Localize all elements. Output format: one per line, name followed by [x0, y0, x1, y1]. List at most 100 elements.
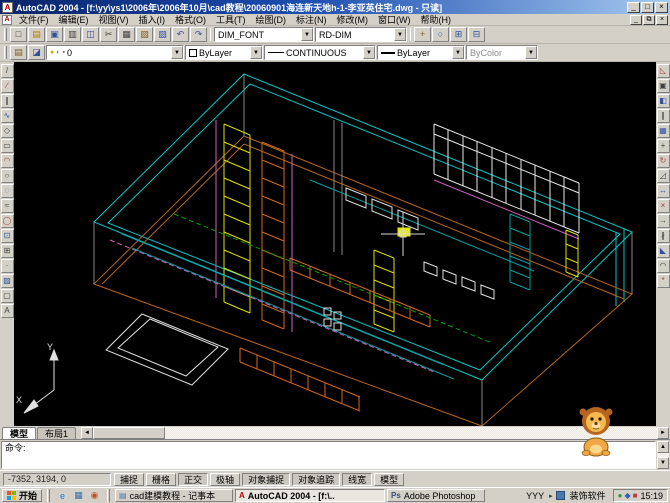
- layer-combo[interactable]: ● ◐ ▪ 0 ▼: [46, 45, 184, 60]
- start-button[interactable]: 开始: [2, 489, 42, 502]
- spline-icon[interactable]: ≈: [1, 199, 14, 213]
- polygon-icon[interactable]: ◇: [1, 124, 14, 138]
- break-icon[interactable]: ∦: [657, 229, 670, 243]
- menu-item[interactable]: 视图(V): [94, 13, 134, 26]
- task-photoshop[interactable]: PsAdobe Photoshop: [387, 489, 485, 502]
- erase-icon[interactable]: ◺: [657, 64, 670, 78]
- linetype-combo[interactable]: CONTINUOUS ▼: [264, 45, 376, 60]
- doc-close-button[interactable]: ×: [656, 15, 668, 25]
- command-scrollbar[interactable]: ▲ ▼: [657, 441, 669, 469]
- quicklaunch-desktop-icon[interactable]: ▦: [71, 489, 86, 502]
- tray-antivirus-icon[interactable]: ●: [618, 492, 623, 500]
- menu-item[interactable]: 编辑(E): [54, 13, 94, 26]
- toggle-grid[interactable]: 栅格: [146, 473, 176, 486]
- minimize-button[interactable]: _: [627, 2, 640, 13]
- toggle-snap[interactable]: 捕捉: [114, 473, 144, 486]
- undo-icon[interactable]: ↶: [172, 27, 189, 42]
- offset-icon[interactable]: ∥: [657, 109, 670, 123]
- copy-object-icon[interactable]: ▣: [657, 79, 670, 93]
- scale-icon[interactable]: ◿: [657, 169, 670, 183]
- color-combo[interactable]: ByLayer ▼: [185, 45, 263, 60]
- lineweight-combo[interactable]: ByLayer ▼: [377, 45, 465, 60]
- chamfer-icon[interactable]: ◣: [657, 244, 670, 258]
- line-icon[interactable]: /: [1, 64, 14, 78]
- toolbar-band-label[interactable]: 装饰软件: [568, 489, 608, 502]
- move-icon[interactable]: +: [657, 139, 670, 153]
- toolbar-grip[interactable]: [4, 46, 7, 59]
- cut-icon[interactable]: ✂: [100, 27, 117, 42]
- scrollbar-thumb[interactable]: [93, 427, 165, 439]
- menu-item[interactable]: 工具(T): [211, 13, 251, 26]
- dropdown-icon[interactable]: ▼: [171, 46, 183, 59]
- scroll-left-icon[interactable]: ◄: [81, 427, 93, 439]
- menu-item[interactable]: 文件(F): [14, 13, 54, 26]
- fillet-icon[interactable]: ◠: [657, 259, 670, 273]
- mirror-icon[interactable]: ◧: [657, 94, 670, 108]
- save-icon[interactable]: ▣: [46, 27, 63, 42]
- toggle-ortho[interactable]: 正交: [178, 473, 208, 486]
- scroll-up-icon[interactable]: ▲: [657, 441, 669, 453]
- plot-preview-icon[interactable]: ◫: [82, 27, 99, 42]
- tray-volume-icon[interactable]: ◆: [624, 492, 630, 500]
- antivirus-lion-mascot[interactable]: [572, 404, 620, 458]
- open-file-icon[interactable]: ▤: [28, 27, 45, 42]
- zoom-window-icon[interactable]: ⊞: [450, 27, 467, 42]
- paste-icon[interactable]: ▧: [136, 27, 153, 42]
- array-icon[interactable]: ▦: [657, 124, 670, 138]
- band-chevron-icon[interactable]: ▸: [549, 492, 553, 500]
- command-input[interactable]: 命令:: [1, 441, 656, 469]
- region-icon[interactable]: ▢: [1, 289, 14, 303]
- polyline-icon[interactable]: ∿: [1, 109, 14, 123]
- revcloud-icon[interactable]: ◌: [1, 184, 14, 198]
- pan-icon[interactable]: +: [414, 27, 431, 42]
- dropdown-icon[interactable]: ▼: [363, 46, 375, 59]
- ellipse-icon[interactable]: ◯: [1, 214, 14, 228]
- task-notepad[interactable]: ▤cad建模教程 - 记事本: [115, 489, 233, 502]
- copy-icon[interactable]: ▦: [118, 27, 135, 42]
- toggle-polar[interactable]: 极轴: [210, 473, 240, 486]
- ime-indicator[interactable]: YYY: [524, 491, 546, 501]
- close-button[interactable]: ×: [655, 2, 668, 13]
- layers-dialog-icon[interactable]: ▤: [10, 45, 27, 60]
- rotate-icon[interactable]: ↻: [657, 154, 670, 168]
- dropdown-icon[interactable]: ▼: [452, 46, 464, 59]
- tab-layout1[interactable]: 布局1: [37, 427, 76, 439]
- arc-icon[interactable]: ◠: [1, 154, 14, 168]
- toggle-lineweight[interactable]: 线宽: [342, 473, 372, 486]
- menu-item[interactable]: 窗口(W): [373, 13, 416, 26]
- zoom-realtime-icon[interactable]: ○: [432, 27, 449, 42]
- redo-icon[interactable]: ↷: [190, 27, 207, 42]
- point-icon[interactable]: ·: [1, 259, 14, 273]
- trim-icon[interactable]: ×: [657, 199, 670, 213]
- menu-item[interactable]: 标注(N): [291, 13, 332, 26]
- menu-item[interactable]: 格式(O): [170, 13, 211, 26]
- insert-block-icon[interactable]: ⊡: [1, 229, 14, 243]
- doc-minimize-button[interactable]: _: [630, 15, 642, 25]
- menu-item[interactable]: 修改(M): [332, 13, 374, 26]
- hatch-icon[interactable]: ▨: [1, 274, 14, 288]
- toolbar-grip[interactable]: [4, 28, 7, 41]
- toggle-otrack[interactable]: 对象追踪: [292, 473, 340, 486]
- stretch-icon[interactable]: ↔: [657, 184, 670, 198]
- scroll-right-icon[interactable]: ►: [657, 427, 669, 439]
- doc-restore-button[interactable]: ⧉: [643, 15, 655, 25]
- quicklaunch-media-icon[interactable]: ◉: [87, 489, 102, 502]
- dropdown-icon[interactable]: ▼: [394, 28, 406, 41]
- explode-icon[interactable]: *: [657, 274, 670, 288]
- toggle-osnap[interactable]: 对象捕捉: [242, 473, 290, 486]
- circle-icon[interactable]: ○: [1, 169, 14, 183]
- menu-item[interactable]: 绘图(D): [251, 13, 292, 26]
- dropdown-icon[interactable]: ▼: [301, 28, 313, 41]
- dropdown-icon[interactable]: ▼: [250, 46, 262, 59]
- new-file-icon[interactable]: □: [10, 27, 27, 42]
- task-autocad[interactable]: AAutoCAD 2004 - [f:\..: [235, 489, 385, 502]
- construction-line-icon[interactable]: ∕: [1, 79, 14, 93]
- scroll-down-icon[interactable]: ▼: [657, 457, 669, 469]
- match-properties-icon[interactable]: ▨: [154, 27, 171, 42]
- menu-item[interactable]: 帮助(H): [416, 13, 457, 26]
- multiline-icon[interactable]: ∥: [1, 94, 14, 108]
- text-style-combo[interactable]: DIM_FONT ▼: [214, 27, 314, 42]
- maximize-button[interactable]: □: [641, 2, 654, 13]
- make-block-icon[interactable]: ⊞: [1, 244, 14, 258]
- tab-model[interactable]: 模型: [2, 427, 36, 439]
